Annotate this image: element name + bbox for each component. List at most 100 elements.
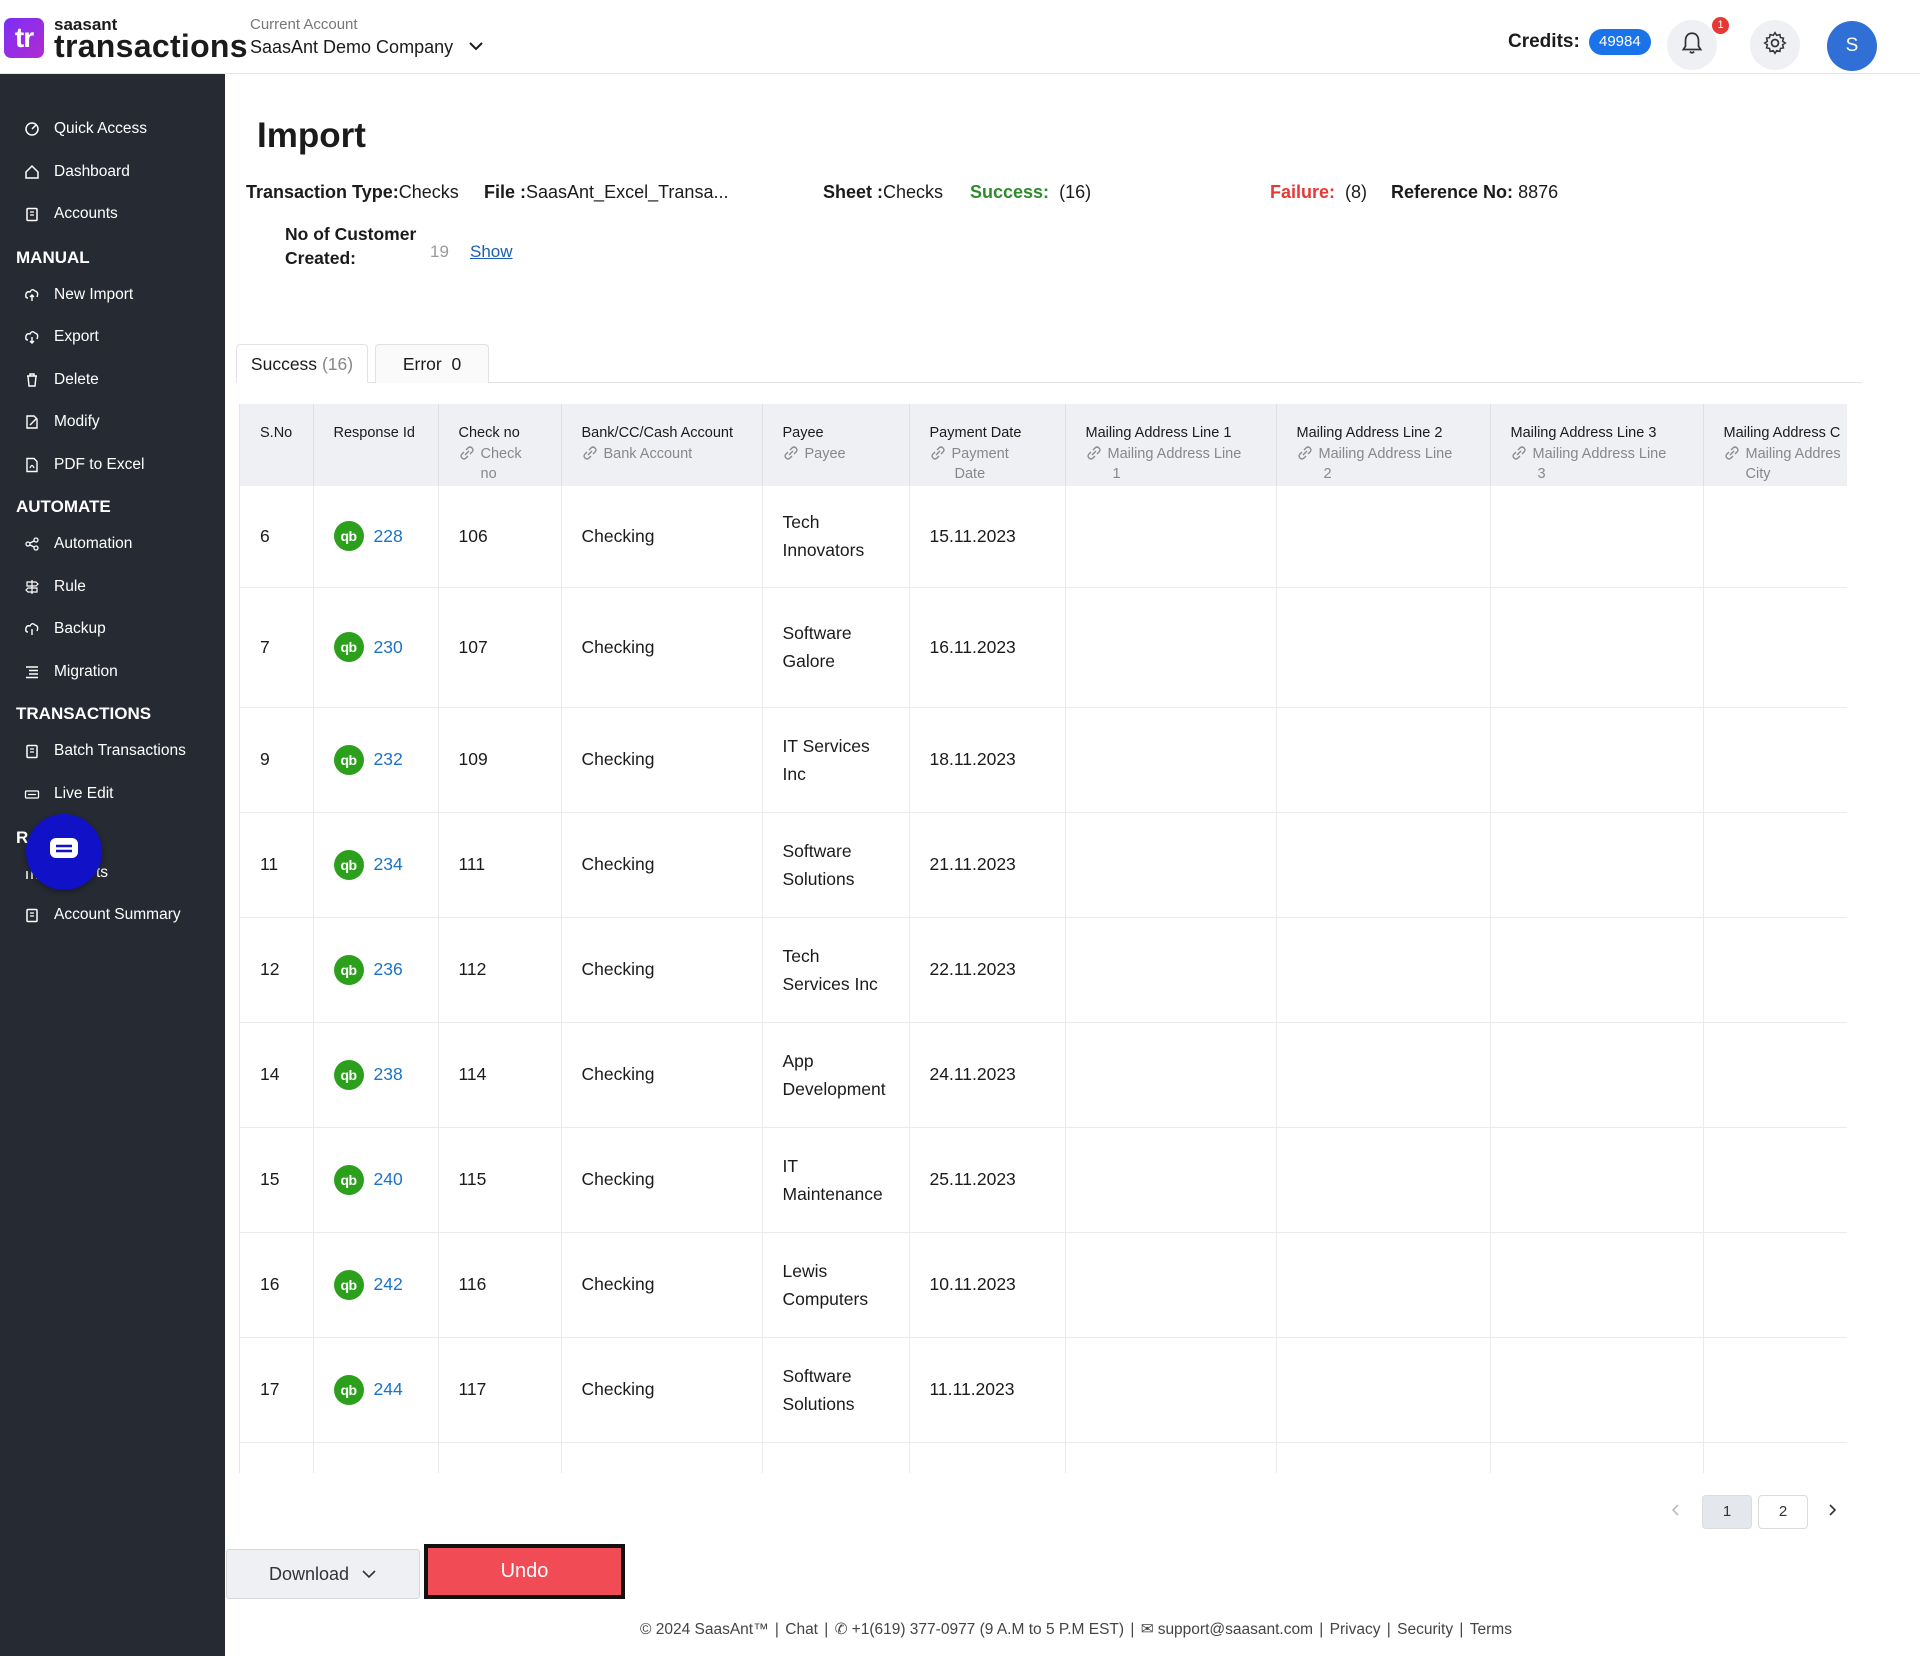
link-icon [930, 446, 945, 460]
gear-icon [1762, 30, 1788, 61]
sidebar-item-accounts[interactable]: Accounts [0, 197, 225, 231]
footer-phone[interactable]: +1(619) 377-0977 (9 A.M to 5 P.M EST) [852, 1621, 1124, 1638]
response-id-link[interactable]: 240 [374, 1169, 403, 1190]
chat-widget-button[interactable] [26, 814, 102, 890]
pagination-next[interactable] [1820, 1500, 1844, 1524]
cell-check-no: 114 [438, 1022, 562, 1128]
table-row[interactable]: 16 qb 242 116 Checking Lewis Computers 10.11.20… [240, 1232, 1847, 1338]
table-row[interactable]: 14 qb 238 114 Checking App Development 24.11.20… [240, 1022, 1847, 1128]
sidebar-item-rule[interactable]: Rule [0, 570, 225, 604]
clipboard-icon [22, 905, 42, 925]
sidebar-item-modify[interactable]: Modify [0, 405, 225, 439]
cell-response-id: qb 236 [313, 917, 439, 1023]
sidebar-item-quick-access[interactable]: Quick Access [0, 112, 225, 146]
table-row[interactable]: 15 qb 240 115 Checking IT Maintenance 25.11.202… [240, 1127, 1847, 1233]
current-account-name[interactable]: SaasAnt Demo Company [250, 37, 453, 58]
quickbooks-icon: qb [333, 954, 364, 985]
sidebar-item-backup[interactable]: Backup [0, 612, 225, 646]
column-header-payee[interactable]: Payee Payee [762, 404, 910, 486]
table-row[interactable]: 9 qb 232 109 Checking IT Services Inc 18.11.202… [240, 707, 1847, 813]
footer-terms-link[interactable]: Terms [1470, 1621, 1512, 1638]
cell-bank-account: Checking [561, 917, 763, 1023]
response-id-link[interactable]: 238 [374, 1064, 403, 1085]
column-header-response-id[interactable]: Response Id [313, 404, 439, 486]
cell-mailing-address-3 [1490, 1337, 1704, 1443]
quickbooks-icon: qb [333, 1374, 364, 1405]
sidebar-item-pdf-to-excel[interactable]: PDF to Excel [0, 448, 225, 482]
response-id-link[interactable]: 232 [374, 749, 403, 770]
cell-bank-account-text: Checking [581, 1064, 655, 1084]
cell-response-id: qb 230 [313, 587, 439, 708]
sidebar-item-migration[interactable]: Migration [0, 655, 225, 689]
table-row[interactable]: 6 qb 228 106 Checking Tech Innovators 15.11.202… [240, 486, 1847, 588]
chevron-down-icon [361, 1564, 377, 1585]
sidebar-item-account-summary[interactable]: Account Summary [0, 898, 225, 932]
column-title: Mailing Address Line 1 [1085, 425, 1232, 441]
cell-bank-account-text: Checking [581, 1379, 655, 1399]
sidebar-item-delete[interactable]: Delete [0, 363, 225, 397]
column-header-sno[interactable]: S.No [240, 404, 314, 486]
footer-email[interactable]: support@saasant.com [1158, 1621, 1313, 1638]
table-row[interactable]: 17 qb 244 117 Checking Software Solutions 11.11… [240, 1337, 1847, 1443]
pagination-prev[interactable] [1664, 1500, 1688, 1524]
sidebar-item-export[interactable]: Export [0, 320, 225, 354]
notifications-button[interactable] [1667, 20, 1717, 70]
response-id: qb 236 [333, 954, 438, 985]
footer-privacy-link[interactable]: Privacy [1330, 1621, 1381, 1638]
response-id-link[interactable]: 230 [374, 637, 403, 658]
sidebar-item-dashboard[interactable]: Dashboard [0, 155, 225, 189]
tab-error[interactable]: Error 0 [375, 344, 489, 383]
table-row[interactable]: 18qb246118CheckingTechServices Inc12.11.… [240, 1442, 1847, 1473]
settings-button[interactable] [1750, 20, 1800, 70]
undo-button[interactable]: Undo [424, 1544, 625, 1599]
table-row[interactable]: 7 qb 230 107 Checking Software Galore 16.11.202… [240, 587, 1847, 708]
cell-payee: Tech Services Inc [762, 917, 910, 1023]
chat-icon [49, 837, 79, 868]
pagination-page-2[interactable]: 2 [1758, 1495, 1808, 1529]
pagination-page-1[interactable]: 1 [1702, 1495, 1752, 1529]
response-id-link[interactable]: 242 [374, 1274, 403, 1295]
sidebar-item-batch-transactions[interactable]: Batch Transactions [0, 734, 225, 768]
sidebar-item-new-import[interactable]: New Import [0, 278, 225, 312]
results-table: S.No Response Id Check no Check no Bank/C… [240, 404, 1847, 1473]
brand-logo[interactable]: tr [4, 18, 44, 58]
column-title: Response Id [333, 425, 415, 441]
avatar[interactable]: S [1827, 21, 1877, 71]
footer-chat-link[interactable]: Chat [785, 1621, 818, 1638]
cell-sno-text: 9 [260, 749, 270, 769]
customers-created-count: 19 [430, 242, 449, 261]
cell-response-id: qb 234 [313, 812, 439, 918]
table-header-row: S.No Response Id Check no Check no Bank/C… [240, 404, 1847, 486]
table-row[interactable]: 11 qb 234 111 Checking Software Solutions 21.11… [240, 812, 1847, 918]
show-customers-link[interactable]: Show [470, 242, 513, 262]
response-id: qb 238 [333, 1059, 438, 1090]
cell-mailing-address-2 [1276, 1127, 1491, 1233]
response-id-link[interactable]: 244 [374, 1379, 403, 1400]
column-header-mailing-address-city[interactable]: Mailing Address C Mailing Addres City [1703, 404, 1847, 486]
response-id-link[interactable]: 234 [374, 854, 403, 875]
cell-sno: 12 [240, 917, 314, 1023]
chevron-down-icon[interactable] [466, 36, 486, 56]
column-header-mailing-address-1[interactable]: Mailing Address Line 1 Mailing Address L… [1065, 404, 1277, 486]
column-header-mailing-address-2[interactable]: Mailing Address Line 2 Mailing Address L… [1276, 404, 1491, 486]
sidebar-item-live-edit[interactable]: Live Edit [0, 777, 225, 811]
footer-security-link[interactable]: Security [1397, 1621, 1453, 1638]
cell-sno: 18 [240, 1442, 314, 1473]
cell-mailing-address-city [1703, 1022, 1847, 1128]
sidebar-item-automation[interactable]: Automation [0, 527, 225, 561]
column-header-bank-account[interactable]: Bank/CC/Cash Account Bank Account [561, 404, 763, 486]
quickbooks-icon: qb [333, 1164, 364, 1195]
tab-success[interactable]: Success (16) [236, 344, 368, 383]
response-id-link[interactable]: 236 [374, 959, 403, 980]
column-header-check-no[interactable]: Check no Check no [438, 404, 562, 486]
column-header-payment-date[interactable]: Payment Date Payment Date [909, 404, 1066, 486]
response-id-link[interactable]: 228 [374, 526, 403, 547]
download-button[interactable]: Download [226, 1549, 420, 1599]
table-row[interactable]: 12 qb 236 112 Checking Tech Services Inc 22.11.… [240, 917, 1847, 1023]
reference-label: Reference No: [1391, 182, 1514, 202]
column-header-mailing-address-3[interactable]: Mailing Address Line 3 Mailing Address L… [1490, 404, 1704, 486]
page-title: Import [257, 116, 366, 155]
results-table-container[interactable]: S.No Response Id Check no Check no Bank/C… [239, 404, 1847, 1473]
cell-payment-date: 21.11.2023 [909, 812, 1066, 918]
cell-sno-text: 17 [260, 1379, 280, 1399]
